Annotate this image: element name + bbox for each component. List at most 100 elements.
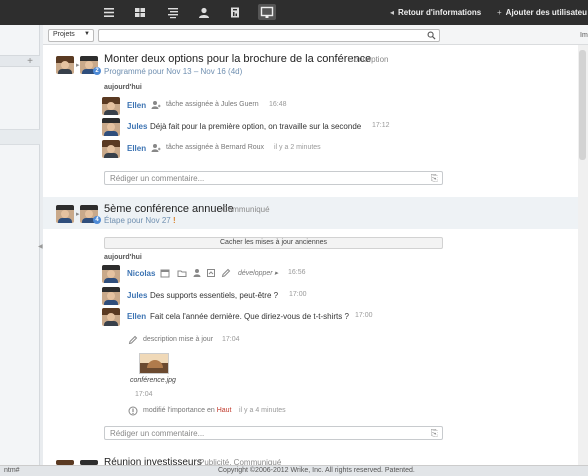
- selected-folder[interactable]: [0, 129, 40, 145]
- comment-input[interactable]: Rédiger un commentaire... ⎘: [104, 426, 443, 440]
- task-card-header[interactable]: ▸ 4 5ème conférence annuelle Communiqué …: [43, 197, 578, 229]
- activity-text: tâche assignée à Jules Guern: [166, 101, 259, 108]
- avatar: [102, 308, 120, 326]
- task-schedule-text: Étape pour Nov 27: [104, 216, 171, 225]
- feedback-link[interactable]: ◂ Retour d'informations: [390, 8, 481, 17]
- importance-level: Haut: [216, 407, 232, 414]
- footer-left-text: ntm#: [4, 467, 20, 474]
- activity-entry: modifié l'importance en Haut il y a 4 mi…: [102, 403, 572, 421]
- assign-icon: [151, 143, 161, 153]
- author-name[interactable]: Ellen: [127, 101, 146, 110]
- collapse-panel-icon[interactable]: ◀: [38, 243, 43, 250]
- top-navigation-bar: ◂ Retour d'informations + Ajouter des util…: [0, 0, 588, 25]
- add-folder-icon[interactable]: +: [27, 56, 33, 67]
- pencil-icon: [221, 268, 231, 278]
- task-schedule: Programmé pour Nov 13 – Nov 16 (4d): [104, 67, 243, 76]
- author-name[interactable]: Jules: [127, 291, 147, 300]
- activity-entry: description mise à jour 17:04: [102, 332, 572, 350]
- author-name[interactable]: Nicolas: [127, 269, 155, 278]
- user-icon[interactable]: [197, 6, 211, 19]
- attachment-thumbnail[interactable]: [139, 353, 169, 374]
- update-count-badge: 4: [93, 216, 101, 224]
- chevron-down-icon: ▼: [84, 31, 90, 37]
- report-icon[interactable]: [228, 6, 242, 19]
- filter-bar-right-text: Im: [580, 32, 588, 39]
- task-card-header[interactable]: ▸ 2 Monter deux options pour la brochure…: [43, 45, 578, 87]
- activity-time: 16:48: [269, 101, 287, 108]
- author-name[interactable]: Ellen: [127, 312, 146, 321]
- avatar: [102, 287, 120, 305]
- list-icon[interactable]: [166, 6, 180, 19]
- activity-time: 17:00: [355, 312, 373, 319]
- scrollbar[interactable]: [578, 45, 588, 465]
- search-input[interactable]: [98, 29, 440, 42]
- attach-icon[interactable]: ⎘: [431, 428, 438, 439]
- copyright-text: Copyright ©2006-2012 Wrike, Inc. All rig…: [218, 467, 415, 474]
- stream-icon[interactable]: [258, 4, 276, 20]
- left-panel: +: [0, 25, 40, 465]
- assign-icon: [151, 100, 161, 110]
- grid-icon[interactable]: [133, 6, 147, 19]
- feedback-icon: ◂: [390, 8, 395, 17]
- task-schedule: Étape pour Nov 27 !: [104, 216, 176, 225]
- expand-link[interactable]: développer ▸: [238, 269, 278, 277]
- attach-icon[interactable]: ⎘: [431, 173, 438, 184]
- avatar: [102, 118, 120, 136]
- comment-input[interactable]: Rédiger un commentaire... ⎘: [104, 171, 443, 185]
- avatar: [56, 205, 74, 223]
- task-title[interactable]: 5ème conférence annuelle: [104, 203, 234, 215]
- activity-time: il y a 2 minutes: [274, 144, 321, 151]
- folder-header[interactable]: [0, 55, 40, 67]
- activity-entry: Jules Des supports essentiels, peut-être…: [102, 287, 572, 305]
- activity-time: il y a 4 minutes: [239, 407, 286, 414]
- attachment-icon: [206, 268, 216, 278]
- avatar: [102, 265, 120, 283]
- hide-older-updates-button[interactable]: Cacher les mises à jour anciennes: [104, 237, 443, 249]
- calendar-icon: [160, 268, 170, 278]
- update-count-badge: 2: [93, 67, 101, 75]
- activity-text: tâche assignée à Bernard Roux: [166, 144, 265, 151]
- assign-icon: [193, 268, 203, 278]
- attachment-filename[interactable]: conférence.jpg: [130, 377, 176, 384]
- scrollbar-thumb[interactable]: [579, 50, 586, 160]
- arrow-right-icon: ▸: [76, 62, 80, 69]
- task-card-header[interactable]: Réunion investisseurs Publicité, Communi…: [43, 457, 578, 468]
- task-folder-tag[interactable]: Communiqué: [222, 205, 270, 214]
- activity-time: 17:00: [289, 291, 307, 298]
- projects-dropdown[interactable]: Projets ▼: [48, 29, 94, 42]
- day-label: aujourd'hui: [104, 254, 142, 261]
- filter-bar: Projets ▼ Im: [43, 25, 588, 45]
- pencil-icon: [128, 335, 138, 345]
- author-name[interactable]: Jules: [127, 122, 147, 131]
- avatar: [102, 140, 120, 158]
- avatar: [102, 97, 120, 115]
- importance-icon: !: [172, 216, 176, 225]
- author-name[interactable]: Ellen: [127, 144, 146, 153]
- comment-text: Déjà fait pour la première option, on tr…: [150, 122, 362, 131]
- arrow-right-icon: ▸: [76, 211, 80, 218]
- comment-text: Des supports essentiels, peut-être ?: [150, 291, 279, 300]
- activity-time: 17:12: [372, 122, 390, 129]
- plus-icon: +: [497, 8, 502, 17]
- attachment-time: 17:04: [135, 391, 153, 398]
- activity-stream: Projets ▼ Im ▸ 2 Monter deux options pou…: [43, 25, 588, 468]
- feedback-label: Retour d'informations: [398, 8, 482, 17]
- avatar: [56, 56, 74, 74]
- search-icon[interactable]: [427, 31, 436, 40]
- add-users-label: Ajouter des utilisateu: [505, 8, 588, 17]
- activity-text: modifié l'importance en Haut: [143, 407, 232, 414]
- folder-icon: [177, 268, 187, 278]
- importance-icon: [128, 406, 138, 416]
- activity-entry: Ellen tâche assignée à Jules Guern 16:48: [102, 97, 572, 115]
- comment-placeholder: Rédiger un commentaire...: [110, 174, 205, 183]
- task-folder-tag[interactable]: Conception: [348, 55, 388, 64]
- activity-text: description mise à jour: [143, 336, 214, 343]
- activity-entry: Ellen tâche assignée à Bernard Roux il y…: [102, 140, 572, 158]
- comment-placeholder: Rédiger un commentaire...: [110, 429, 205, 438]
- menu-icon[interactable]: [102, 6, 116, 19]
- task-title[interactable]: Monter deux options pour la brochure de …: [104, 53, 371, 65]
- day-label: aujourd'hui: [104, 84, 142, 91]
- add-users-link[interactable]: + Ajouter des utilisateu: [497, 8, 587, 17]
- activity-time: 16:56: [288, 269, 306, 276]
- footer: ntm# Copyright ©2006-2012 Wrike, Inc. Al…: [0, 465, 588, 476]
